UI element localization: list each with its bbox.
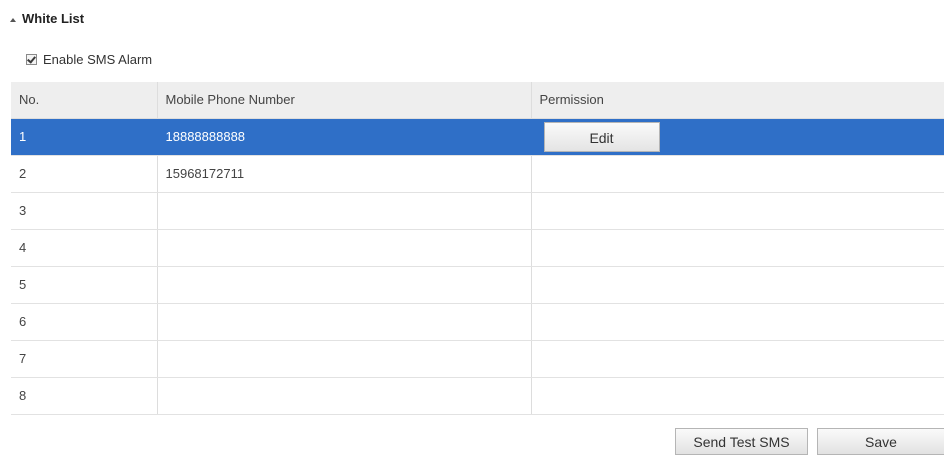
permission-cell xyxy=(530,340,944,378)
white-list-page: White List Enable SMS Alarm No. Mobile P… xyxy=(0,0,944,455)
table-row[interactable]: 8 xyxy=(11,377,944,415)
permission-cell xyxy=(530,229,944,267)
phone-number xyxy=(156,377,531,415)
section-title: White List xyxy=(22,11,85,26)
row-number: 5 xyxy=(11,266,157,304)
phone-number: 18888888888 xyxy=(156,118,531,156)
table-row[interactable]: 4 xyxy=(11,229,944,267)
row-number: 2 xyxy=(11,155,157,193)
collapse-arrow-icon[interactable] xyxy=(10,17,16,22)
row-number: 3 xyxy=(11,192,157,230)
phone-number xyxy=(156,303,531,341)
permission-cell xyxy=(530,377,944,415)
table-row[interactable]: 5 xyxy=(11,266,944,304)
phone-number xyxy=(156,229,531,267)
phone-number: 15968172711 xyxy=(156,155,531,193)
table-row[interactable]: 2 15968172711 xyxy=(11,155,944,193)
save-button[interactable]: Save xyxy=(817,428,944,455)
edit-permission-button[interactable]: Edit xyxy=(543,121,660,152)
check-icon xyxy=(27,54,36,64)
phone-number xyxy=(156,266,531,304)
row-number: 1 xyxy=(11,118,157,156)
section-header-white-list[interactable]: White List xyxy=(10,11,84,26)
table-row[interactable]: 7 xyxy=(11,340,944,378)
row-number: 7 xyxy=(11,340,157,378)
enable-sms-alarm-checkbox[interactable] xyxy=(26,54,37,65)
column-header-phone: Mobile Phone Number xyxy=(156,82,531,119)
phone-number xyxy=(156,340,531,378)
table-header-row: No. Mobile Phone Number Permission xyxy=(11,82,944,119)
permission-cell: Edit xyxy=(530,118,944,156)
row-number: 6 xyxy=(11,303,157,341)
row-number: 4 xyxy=(11,229,157,267)
permission-cell xyxy=(530,303,944,341)
row-number: 8 xyxy=(11,377,157,415)
white-list-table: No. Mobile Phone Number Permission 1 188… xyxy=(11,82,944,415)
phone-number xyxy=(156,192,531,230)
enable-sms-alarm-option[interactable]: Enable SMS Alarm xyxy=(26,52,152,67)
column-header-permission: Permission xyxy=(530,82,944,119)
table-row[interactable]: 3 xyxy=(11,192,944,230)
column-header-no: No. xyxy=(11,82,157,119)
enable-sms-alarm-label: Enable SMS Alarm xyxy=(43,52,153,67)
permission-cell xyxy=(530,266,944,304)
table-row[interactable]: 6 xyxy=(11,303,944,341)
table-row[interactable]: 1 18888888888 Edit xyxy=(11,118,944,156)
send-test-sms-button[interactable]: Send Test SMS xyxy=(675,428,808,455)
permission-cell xyxy=(530,192,944,230)
permission-cell xyxy=(530,155,944,193)
